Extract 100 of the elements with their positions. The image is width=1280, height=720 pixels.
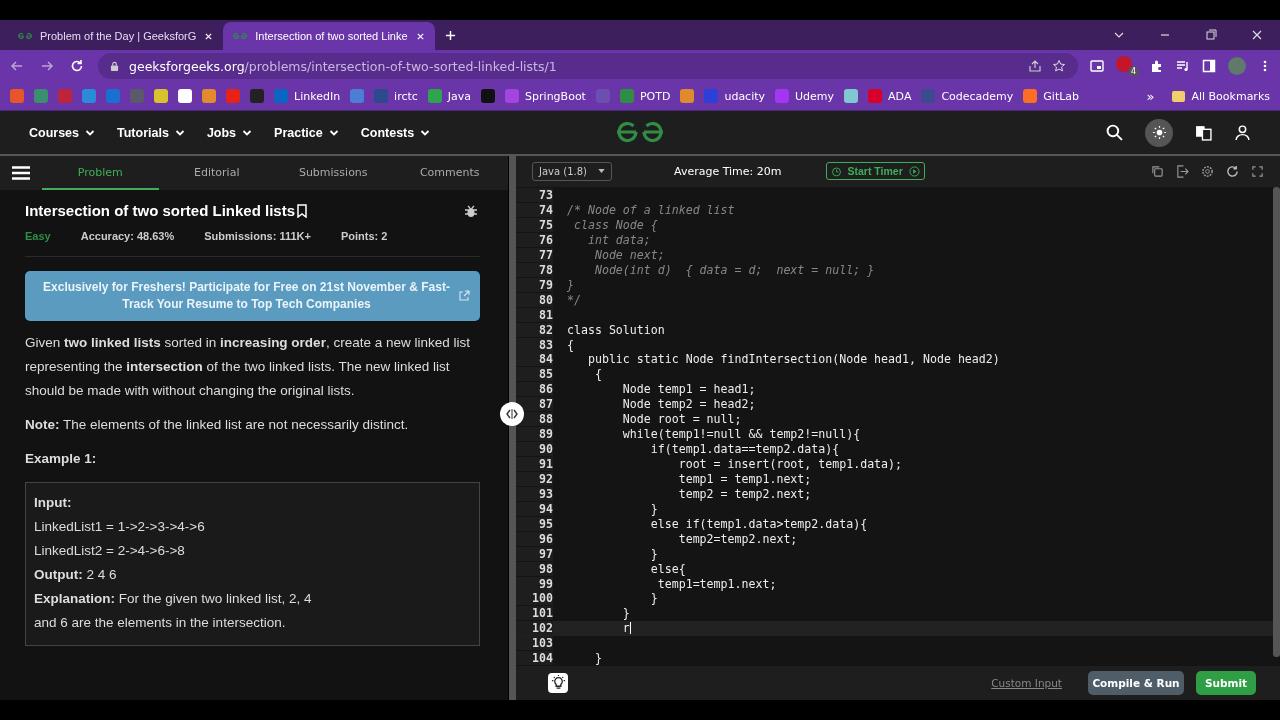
code-line: temp1 = temp1.next; <box>677 471 812 486</box>
nav-menu[interactable]: Jobs <box>206 125 253 140</box>
bookmark[interactable]: udacity <box>704 89 766 103</box>
line-number: 99 <box>516 576 553 591</box>
reload-icon[interactable] <box>70 59 84 73</box>
back-icon[interactable] <box>10 59 24 73</box>
bug-icon[interactable] <box>464 203 478 218</box>
code-line: */ <box>567 292 581 307</box>
line-number: 103 <box>516 636 553 651</box>
line-number: 79 <box>516 277 553 292</box>
alarm-icon <box>830 165 842 177</box>
average-time: Average Time: 20m <box>674 164 782 178</box>
extension-badge: 4 <box>1128 67 1138 76</box>
code-line: public static Node findIntersection(Node head1, Node head2) <box>586 352 1000 367</box>
banner-text: Exclusively for Freshers! Participate for Free on 21st November & Fast-Track Your Resume to Top Tech Companies <box>43 279 450 313</box>
bookmark[interactable]: SpringBoot <box>505 89 586 103</box>
puzzle-icon[interactable] <box>1150 59 1164 73</box>
nav-menu[interactable]: Practice <box>274 125 339 140</box>
line-number: 96 <box>516 531 553 546</box>
custom-input-link[interactable]: Custom Input <box>991 676 1062 689</box>
code-line: temp2 = temp2.next; <box>677 486 812 501</box>
line-number: 86 <box>516 382 553 397</box>
example-line: Explanation: For the given two linked list, 2, 4 and 6 are the elements in the intersection. <box>34 590 313 632</box>
code-line: temp1=temp1.next; <box>656 576 777 591</box>
problem-tab[interactable]: Problem <box>42 156 159 190</box>
line-number: 98 <box>516 561 553 576</box>
forward-icon[interactable] <box>40 59 54 73</box>
bookmark[interactable]: GitLab <box>1023 89 1080 103</box>
side-panel-icon[interactable] <box>1202 59 1216 73</box>
nav-menu[interactable]: Contests <box>360 125 431 140</box>
code-line: while(temp1!=null && temp2!=null){ <box>621 427 861 442</box>
picture-in-picture-icon[interactable] <box>1090 59 1104 73</box>
accuracy-text: Accuracy: 48.63% <box>80 230 175 242</box>
line-number: 77 <box>516 247 553 262</box>
theme-toggle[interactable] <box>1145 118 1173 147</box>
copy-icon[interactable] <box>1151 164 1164 178</box>
settings-icon[interactable] <box>1201 164 1214 178</box>
bookmark[interactable]: Java <box>427 89 472 103</box>
example-line: LinkedList1 = 1->2->3->4->6 <box>34 518 206 536</box>
bookmark-folder[interactable]: All Bookmarks <box>1172 89 1270 103</box>
problem-tab[interactable]: Editorial <box>158 156 275 190</box>
address-bar[interactable]: geeksforgeeks.org/problems/intersection-of-two-sorted-linked-lists/1 <box>98 53 1078 79</box>
line-number: 85 <box>516 367 553 382</box>
code-line: Node root = null; <box>621 412 742 427</box>
fullscreen-icon[interactable] <box>1251 164 1264 178</box>
nav-menu[interactable]: Courses <box>29 125 96 140</box>
problem-title: Intersection of two sorted Linked lists <box>25 202 296 219</box>
problem-tab[interactable]: Comments <box>391 156 508 190</box>
problem-paragraph: Note: The elements of the linked list are not necessarily distinct. <box>25 416 410 434</box>
browser-tab[interactable]: Problem of the Day | GeeksforG <box>8 22 224 50</box>
line-number: 83 <box>516 337 553 352</box>
code-line: class Solution <box>567 322 665 337</box>
code-line: class Node { <box>572 218 658 233</box>
reset-icon[interactable] <box>1226 164 1239 178</box>
code-line: } <box>621 606 630 621</box>
menu-icon[interactable] <box>12 166 30 180</box>
line-number: 89 <box>516 427 553 442</box>
bookmark-icon[interactable] <box>297 203 308 218</box>
star-icon[interactable] <box>1052 59 1066 73</box>
problem-tab[interactable]: Submissions <box>275 156 392 190</box>
bookmark[interactable]: Udemy <box>775 89 835 103</box>
close-icon[interactable] <box>1251 29 1263 41</box>
line-number: 90 <box>516 442 553 457</box>
start-timer-button[interactable]: Start Timer <box>825 162 925 181</box>
code-line: Node next; <box>593 247 665 262</box>
share-icon[interactable] <box>1028 59 1042 73</box>
restore-icon[interactable] <box>1205 29 1217 41</box>
import-icon[interactable] <box>1176 164 1189 178</box>
playlist-icon[interactable] <box>1176 59 1190 73</box>
submissions-count: Submissions: 111K+ <box>204 230 311 242</box>
bookmark[interactable]: Codecademy <box>921 89 1014 103</box>
bookmark[interactable]: irctc <box>374 89 418 103</box>
user-icon[interactable] <box>1234 124 1251 141</box>
logo-icon[interactable] <box>615 121 665 143</box>
code-line: } <box>593 651 602 666</box>
code-line: int data; <box>586 232 651 247</box>
line-number: 84 <box>516 352 553 367</box>
code-line: Node(int d) { data = d; next = null; } <box>593 262 875 277</box>
code-line: Node temp1 = head1; <box>621 382 756 397</box>
bookmark[interactable]: LinkedIn <box>274 89 341 103</box>
nav-menu[interactable]: Tutorials <box>117 125 185 140</box>
example-line: Output: 2 4 6 <box>34 566 118 584</box>
url-text: geeksforgeeks.org/problems/intersection-of-two-sorted-linked-lists/1 <box>129 58 557 74</box>
more-bookmarks[interactable]: » <box>1146 88 1155 104</box>
example-line: LinkedList2 = 2->4->6->8 <box>34 542 186 560</box>
translate-icon[interactable] <box>1195 124 1212 141</box>
hint-button[interactable] <box>548 672 568 693</box>
line-number: 97 <box>516 546 553 561</box>
search-icon[interactable] <box>1106 124 1123 141</box>
line-number: 76 <box>516 232 553 247</box>
new-tab-icon[interactable] <box>444 30 456 41</box>
scrollbar[interactable] <box>1273 186 1280 657</box>
line-number: 102 <box>516 621 553 636</box>
line-number: 92 <box>516 471 553 486</box>
language-select[interactable]: Java (1.8) <box>532 161 612 181</box>
bookmark[interactable]: ADA <box>868 89 912 103</box>
browser-tab[interactable]: Intersection of two sorted Linke <box>223 22 435 50</box>
compile-run-button[interactable]: Compile & Run <box>1088 670 1184 695</box>
line-number: 75 <box>516 218 553 233</box>
bookmark[interactable]: POTD <box>619 89 671 103</box>
